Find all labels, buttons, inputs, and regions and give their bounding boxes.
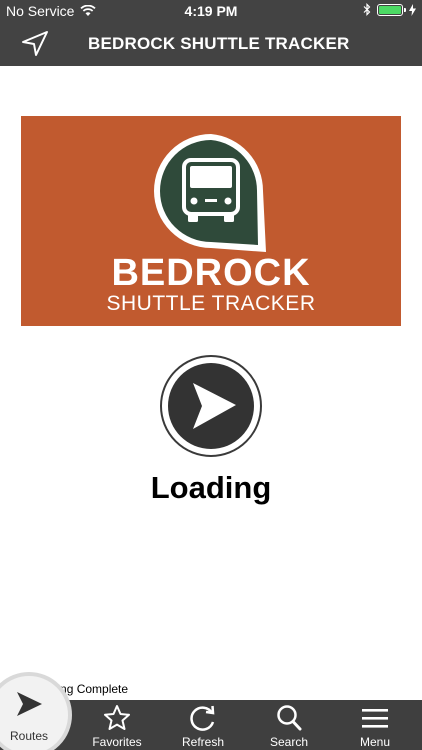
search-icon bbox=[277, 705, 302, 731]
location-arrow-icon[interactable] bbox=[20, 30, 50, 58]
hamburger-icon bbox=[362, 709, 388, 728]
star-icon bbox=[104, 705, 130, 730]
brand-banner: BEDROCK SHUTTLE TRACKER bbox=[21, 116, 401, 326]
play-button-fill bbox=[168, 363, 254, 449]
header: No Service 4:19 PM BEDROCK SHUTTLE TRACK… bbox=[0, 0, 422, 66]
tab-label: Favorites bbox=[92, 735, 142, 749]
tab-search[interactable]: Search bbox=[246, 700, 332, 750]
loading-label: Loading bbox=[150, 470, 272, 505]
play-icon bbox=[17, 692, 42, 716]
play-icon bbox=[193, 383, 236, 429]
app-screen: No Service 4:19 PM BEDROCK SHUTTLE TRACK… bbox=[0, 0, 422, 750]
bus-pin-icon bbox=[154, 134, 266, 252]
tab-label: Routes bbox=[9, 729, 49, 743]
brand-name: BEDROCK bbox=[111, 252, 311, 294]
battery-fill bbox=[379, 5, 401, 14]
brand-tagline: SHUTTLE TRACKER bbox=[106, 292, 316, 315]
refresh-icon bbox=[190, 705, 215, 731]
tab-refresh[interactable]: Refresh bbox=[160, 700, 246, 750]
bluetooth-icon bbox=[363, 3, 371, 16]
tab-favorites[interactable]: Favorites bbox=[74, 700, 160, 750]
tab-label: Search bbox=[269, 735, 309, 749]
status-time: 4:19 PM bbox=[184, 3, 238, 19]
status-bar: No Service 4:19 PM bbox=[0, 0, 422, 22]
play-button[interactable] bbox=[160, 355, 262, 457]
battery-icon bbox=[377, 3, 406, 16]
tab-label: Menu bbox=[359, 735, 391, 749]
tab-label: Refresh bbox=[181, 735, 225, 749]
tab-menu[interactable]: Menu bbox=[332, 700, 418, 750]
charging-bolt-icon bbox=[409, 3, 416, 16]
nav-bar: BEDROCK SHUTTLE TRACKER bbox=[0, 22, 422, 66]
page-title: BEDROCK SHUTTLE TRACKER bbox=[88, 34, 350, 53]
status-right bbox=[363, 3, 416, 16]
